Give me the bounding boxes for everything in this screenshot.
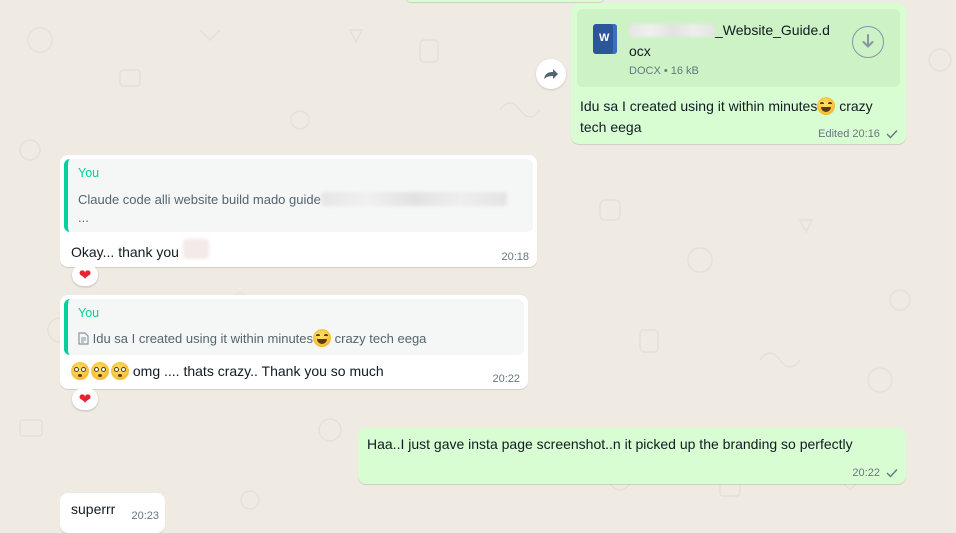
message-time: Edited 20:16 — [818, 128, 898, 140]
quote-ellipsis: ... — [78, 210, 89, 225]
word-icon-letter: W — [599, 32, 610, 44]
reply-message-1[interactable]: You Claude code alli website build mado … — [60, 155, 537, 267]
quote-text: Claude code alli website build mado guid… — [78, 190, 507, 210]
document-filename: _Website_Guide.d ocx — [629, 22, 830, 59]
word-file-icon: W — [593, 24, 617, 54]
outgoing-message[interactable]: Haa..I just gave insta page screenshot..… — [358, 428, 906, 484]
heart-reaction[interactable]: ❤ — [72, 264, 98, 286]
grin-sweat-emoji — [313, 329, 332, 347]
sent-tick-icon — [886, 469, 898, 478]
document-card[interactable]: W _Website_Guide.d ocx DOCX • 16 kB — [577, 9, 900, 87]
quote-author: You — [78, 166, 100, 180]
message-text: superrr — [71, 501, 116, 517]
flushed-emoji — [71, 362, 89, 380]
message-text: Okay... thank you — [71, 239, 209, 263]
heart-icon: ❤ — [78, 266, 92, 284]
flushed-emoji — [91, 362, 109, 380]
document-icon — [78, 332, 89, 345]
document-message[interactable]: W _Website_Guide.d ocx DOCX • 16 kB Idu … — [571, 3, 906, 144]
document-meta: DOCX • 16 kB — [629, 65, 699, 77]
forward-button[interactable] — [536, 59, 566, 89]
quote-text: Idu sa I created using it within minutes… — [78, 329, 426, 349]
previous-message-edge — [405, 0, 605, 2]
message-time: 20:22 — [852, 467, 898, 479]
redacted-filename — [629, 24, 715, 37]
quoted-message[interactable]: You Claude code alli website build mado … — [64, 159, 533, 232]
message-time: 20:23 — [131, 510, 159, 522]
message-time: 20:22 — [492, 373, 520, 385]
message-text: omg .... thats crazy.. Thank you so much — [71, 361, 384, 382]
redacted-emoji — [182, 239, 209, 259]
grin-sweat-emoji — [817, 97, 836, 115]
download-icon — [862, 34, 874, 48]
reply-message-2[interactable]: You Idu sa I created using it within min… — [60, 295, 528, 389]
quote-author: You — [78, 306, 100, 320]
sent-tick-icon — [886, 130, 898, 139]
download-button[interactable] — [852, 26, 884, 58]
message-time: 20:18 — [501, 251, 529, 263]
heart-icon: ❤ — [78, 390, 92, 408]
flushed-emoji — [111, 362, 129, 380]
heart-reaction[interactable]: ❤ — [72, 388, 98, 410]
message-text: Haa..I just gave insta page screenshot..… — [367, 436, 853, 452]
forward-icon — [544, 69, 558, 79]
redacted-text — [320, 192, 507, 206]
quoted-message[interactable]: You Idu sa I created using it within min… — [64, 299, 524, 355]
incoming-message[interactable]: superrr 20:23 — [60, 493, 165, 533]
